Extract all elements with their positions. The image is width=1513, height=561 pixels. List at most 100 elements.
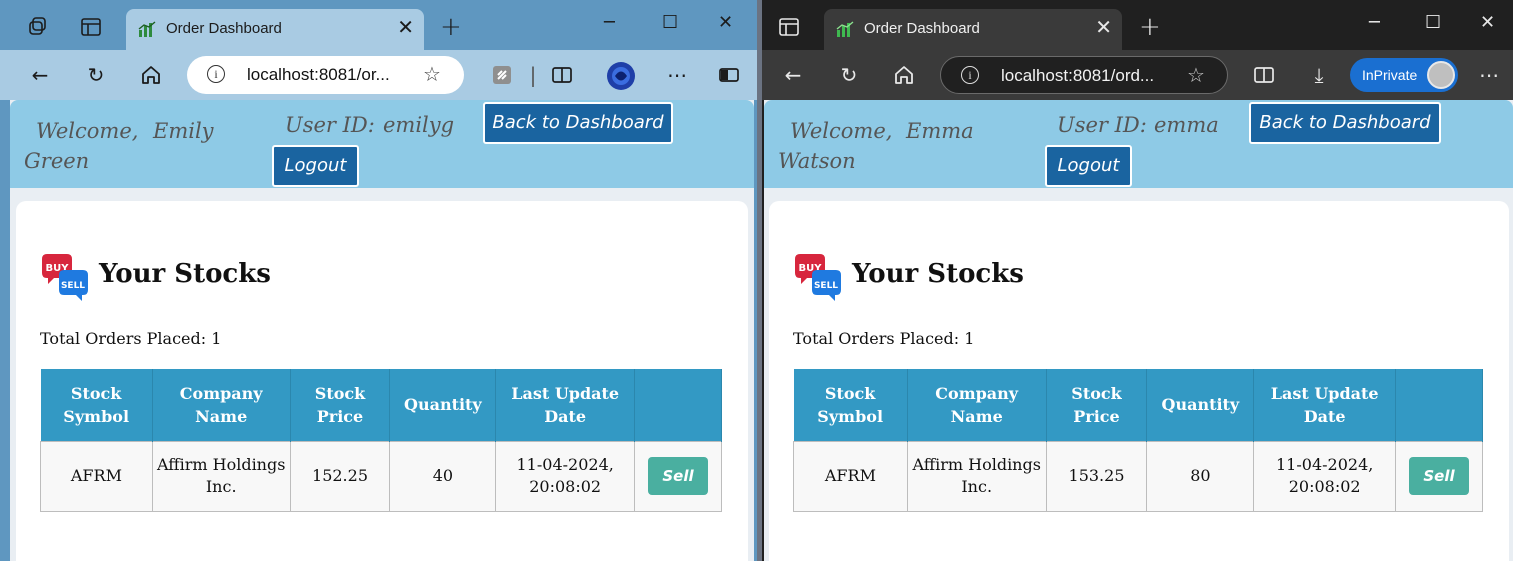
split-screen-icon[interactable] bbox=[1251, 62, 1277, 88]
cell-symbol: AFRM bbox=[793, 440, 908, 512]
tab-order-dashboard[interactable]: Order Dashboard ✕ bbox=[824, 9, 1122, 50]
table-header-row: Stock Symbol Company Name Stock Price Qu… bbox=[40, 369, 722, 441]
address-bar[interactable]: i localhost:8081/ord... ☆ bbox=[940, 56, 1228, 94]
col-quantity: Quantity bbox=[1146, 369, 1255, 441]
buy-sell-icon: BUY SELL bbox=[795, 254, 841, 301]
cell-price: 153.25 bbox=[1045, 440, 1148, 512]
logout-button[interactable]: Logout bbox=[272, 145, 359, 187]
total-orders-text: Total Orders Placed: 1 bbox=[793, 329, 975, 348]
table-row: AFRM Affirm Holdings Inc. 153.25 80 11-0… bbox=[793, 440, 1483, 512]
cell-quantity: 40 bbox=[389, 440, 497, 512]
col-stock-symbol: Stock Symbol bbox=[40, 369, 153, 441]
stocks-table: Stock Symbol Company Name Stock Price Qu… bbox=[40, 369, 722, 512]
favorite-star-icon[interactable]: ☆ bbox=[423, 62, 441, 86]
welcome-label: Welcome, bbox=[36, 119, 139, 143]
cell-symbol: AFRM bbox=[40, 440, 153, 512]
profile-avatar-icon bbox=[1427, 61, 1455, 89]
back-to-dashboard-button[interactable]: Back to Dashboard bbox=[483, 102, 673, 144]
user-first-name: Emily bbox=[153, 119, 214, 143]
cell-company: Affirm Holdings Inc. bbox=[906, 440, 1047, 512]
address-text: localhost:8081/ord... bbox=[1001, 66, 1155, 85]
col-company-name: Company Name bbox=[152, 369, 291, 441]
inprivate-label: InPrivate bbox=[1362, 67, 1418, 83]
close-tab-icon[interactable]: ✕ bbox=[397, 17, 414, 37]
stocks-table: Stock Symbol Company Name Stock Price Qu… bbox=[793, 369, 1483, 512]
downloads-icon[interactable]: ⤓ bbox=[1306, 62, 1332, 88]
sidebar-toggle-icon[interactable] bbox=[716, 62, 742, 88]
sell-button[interactable]: Sell bbox=[648, 457, 709, 495]
stocks-card: BUY SELL Your Stocks Total Orders Placed… bbox=[769, 201, 1509, 561]
favorite-star-icon[interactable]: ☆ bbox=[1187, 63, 1205, 87]
close-tab-icon[interactable]: ✕ bbox=[1095, 17, 1112, 37]
site-info-icon[interactable]: i bbox=[207, 65, 225, 83]
split-screen-icon[interactable] bbox=[549, 62, 575, 88]
your-stocks-heading: Your Stocks bbox=[852, 259, 1024, 289]
minimize-icon[interactable]: ─ bbox=[604, 12, 615, 33]
extension-icon[interactable] bbox=[489, 62, 515, 88]
close-window-icon[interactable]: ✕ bbox=[1480, 12, 1495, 33]
page-header: Welcome, Emma Watson User ID: emma Back … bbox=[764, 100, 1513, 188]
refresh-icon[interactable]: ↻ bbox=[836, 62, 862, 88]
more-menu-icon[interactable]: ⋯ bbox=[664, 62, 690, 88]
logout-button[interactable]: Logout bbox=[1045, 145, 1132, 187]
sell-badge-text: SELL bbox=[61, 281, 85, 291]
your-stocks-heading: Your Stocks bbox=[99, 259, 271, 289]
user-id-value: emilyg bbox=[383, 113, 455, 137]
refresh-icon[interactable]: ↻ bbox=[83, 62, 109, 88]
address-bar[interactable]: i localhost:8081/or... ☆ bbox=[187, 56, 464, 94]
stocks-card: BUY SELL Your Stocks Total Orders Placed… bbox=[16, 201, 748, 561]
col-stock-price: Stock Price bbox=[290, 369, 391, 441]
close-window-icon[interactable]: ✕ bbox=[718, 12, 733, 33]
new-tab-icon[interactable]: + bbox=[1139, 14, 1161, 40]
site-info-icon[interactable]: i bbox=[961, 66, 979, 84]
col-action bbox=[634, 369, 722, 441]
cell-price: 152.25 bbox=[289, 440, 391, 512]
maximize-icon[interactable]: ☐ bbox=[1425, 12, 1441, 33]
browser-window-left: Order Dashboard ✕ + ─ ☐ ✕ ← ↻ i localhos… bbox=[0, 0, 757, 561]
page-header: Welcome, Emily Green User ID: emilyg Bac… bbox=[10, 100, 754, 188]
inprivate-badge[interactable]: InPrivate bbox=[1350, 58, 1458, 92]
back-to-dashboard-button[interactable]: Back to Dashboard bbox=[1249, 102, 1441, 144]
user-last-name: Green bbox=[24, 149, 90, 173]
cell-action: Sell bbox=[1395, 440, 1483, 512]
cell-date: 11-04-2024, 20:08:02 bbox=[495, 440, 636, 512]
minimize-icon[interactable]: ─ bbox=[1369, 12, 1380, 33]
home-icon[interactable] bbox=[891, 62, 917, 88]
web-page: Welcome, Emma Watson User ID: emma Back … bbox=[764, 100, 1513, 561]
sell-badge-text: SELL bbox=[814, 281, 838, 291]
profile-avatar-icon[interactable] bbox=[606, 61, 636, 91]
buy-sell-icon: BUY SELL bbox=[42, 254, 88, 301]
back-arrow-icon[interactable]: ← bbox=[27, 62, 53, 88]
browser-window-right: Order Dashboard ✕ + ─ ☐ ✕ ← ↻ i localhos… bbox=[762, 0, 1513, 561]
maximize-icon[interactable]: ☐ bbox=[662, 12, 678, 33]
browser-toolbar: ← ↻ i localhost:8081/ord... ☆ ⤓ InPrivat… bbox=[762, 50, 1513, 100]
web-page: Welcome, Emily Green User ID: emilyg Bac… bbox=[10, 100, 754, 561]
col-action bbox=[1395, 369, 1483, 441]
vertical-tabs-icon[interactable] bbox=[778, 16, 800, 38]
tab-title: Order Dashboard bbox=[166, 20, 282, 37]
cell-date: 11-04-2024, 20:08:02 bbox=[1253, 440, 1397, 512]
workspaces-icon[interactable] bbox=[27, 16, 49, 38]
table-header-row: Stock Symbol Company Name Stock Price Qu… bbox=[793, 369, 1483, 441]
col-company-name: Company Name bbox=[907, 369, 1047, 441]
home-icon[interactable] bbox=[138, 62, 164, 88]
vertical-tabs-icon[interactable] bbox=[80, 16, 102, 38]
bar-chart-icon bbox=[836, 21, 854, 37]
toolbar-separator: | bbox=[529, 63, 537, 87]
cell-action: Sell bbox=[634, 440, 722, 512]
total-orders-text: Total Orders Placed: 1 bbox=[40, 329, 222, 348]
sell-button[interactable]: Sell bbox=[1409, 457, 1470, 495]
back-arrow-icon[interactable]: ← bbox=[780, 62, 806, 88]
tab-bar: Order Dashboard ✕ + ─ ☐ ✕ bbox=[0, 0, 757, 50]
user-id-label: User ID: bbox=[285, 113, 375, 137]
browser-toolbar: ← ↻ i localhost:8081/or... ☆ | ⋯ bbox=[0, 50, 757, 100]
address-text: localhost:8081/or... bbox=[247, 65, 390, 84]
col-quantity: Quantity bbox=[389, 369, 497, 441]
tab-order-dashboard[interactable]: Order Dashboard ✕ bbox=[126, 9, 424, 50]
new-tab-icon[interactable]: + bbox=[440, 14, 462, 40]
more-menu-icon[interactable]: ⋯ bbox=[1476, 62, 1502, 88]
col-stock-price: Stock Price bbox=[1046, 369, 1148, 441]
user-id-value: emma bbox=[1154, 113, 1219, 137]
tab-title: Order Dashboard bbox=[864, 20, 980, 37]
user-id-label: User ID: bbox=[1057, 113, 1147, 137]
